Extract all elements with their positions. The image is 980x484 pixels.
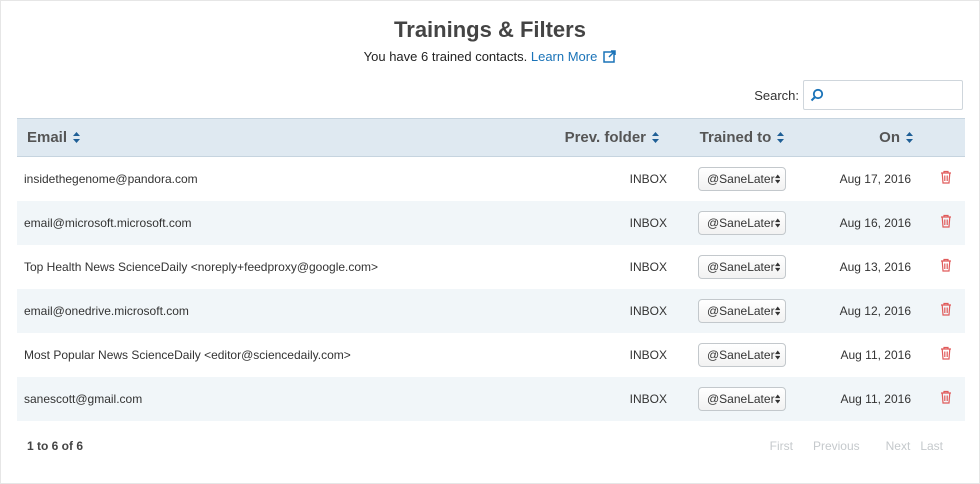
updown-arrows-icon [774,305,780,316]
column-header-trained-to[interactable]: Trained to [667,119,817,157]
cell-prev-folder: INBOX [629,259,667,274]
column-header-on[interactable]: On [817,119,927,157]
cell-email: Most Popular News ScienceDaily <editor@s… [24,347,351,362]
table-row: Most Popular News ScienceDaily <editor@s… [17,333,965,377]
cell-on-date: Aug 13, 2016 [839,259,911,274]
search-label: Search: [754,87,799,103]
sort-arrows-icon [652,130,659,147]
cell-prev-folder: INBOX [629,347,667,362]
cell-on-date: Aug 11, 2016 [840,347,911,362]
cell-email: email@microsoft.microsoft.com [24,215,192,230]
search-input[interactable] [804,81,962,109]
trash-icon[interactable] [940,214,952,231]
cell-email: Top Health News ScienceDaily <noreply+fe… [24,259,379,274]
column-header-prev-folder[interactable]: Prev. folder [537,119,667,157]
pager-previous-button[interactable]: Previous [813,439,860,453]
updown-arrows-icon [774,261,780,272]
sort-arrows-icon [73,130,81,147]
search-area: Search: [754,80,963,110]
learn-more-link[interactable]: Learn More [531,49,617,66]
pager-first-button[interactable]: First [770,439,793,453]
search-box[interactable] [803,80,963,110]
table-row: Top Health News ScienceDaily <noreply+fe… [17,245,965,289]
column-header-actions [927,119,965,157]
page-title: Trainings & Filters [394,17,586,42]
trash-icon[interactable] [940,302,952,319]
cell-prev-folder: INBOX [629,391,667,406]
external-link-icon [603,50,617,66]
cell-prev-folder: INBOX [629,215,667,230]
cell-on-date: Aug 17, 2016 [839,171,911,186]
table-row: email@microsoft.microsoft.com INBOX @San… [17,200,965,245]
trash-icon[interactable] [940,258,952,275]
updown-arrows-icon [774,349,780,360]
cell-email: email@onedrive.microsoft.com [24,303,189,318]
updown-arrows-icon [774,174,780,184]
trained-to-select[interactable]: @SaneLater [698,298,786,323]
cell-on-date: Aug 16, 2016 [839,215,911,230]
cell-email: sanescott@gmail.com [24,391,143,406]
cell-on-date: Aug 12, 2016 [839,303,911,318]
trained-contacts-summary: You have 6 trained contacts. Learn More [1,49,979,66]
pagination: First Previous Next Last [770,439,943,453]
search-icon [810,88,824,105]
table-header-row: Email Prev. folder Trained to On [17,118,965,157]
cell-prev-folder: INBOX [629,171,667,186]
trained-count-text: You have 6 trained contacts. [363,49,528,64]
column-header-email[interactable]: Email [17,119,537,157]
trained-to-select[interactable]: @SaneLater [698,210,786,235]
table-row: sanescott@gmail.com INBOX @SaneLater Aug… [17,376,965,421]
pager-next-button[interactable]: Next [886,439,911,453]
trained-to-select[interactable]: @SaneLater [698,386,786,411]
sort-arrows-icon [777,130,785,147]
trained-to-select[interactable]: @SaneLater [698,342,786,367]
trained-to-select[interactable]: @SaneLater [698,254,786,279]
pager-last-button[interactable]: Last [920,439,943,453]
cell-email: insidethegenome@pandora.com [24,171,198,186]
updown-arrows-icon [774,393,780,404]
pagination-count: 1 to 6 of 6 [27,439,84,453]
trash-icon[interactable] [940,390,952,407]
trained-to-select[interactable]: @SaneLater [698,166,786,191]
table-row: email@onedrive.microsoft.com INBOX @Sane… [17,288,965,333]
sort-arrows-icon [906,130,913,147]
cell-prev-folder: INBOX [629,303,667,318]
trash-icon[interactable] [940,346,952,363]
table-row: insidethegenome@pandora.com INBOX @SaneL… [17,157,965,201]
trash-icon[interactable] [940,170,952,187]
updown-arrows-icon [774,217,780,228]
trainings-table: Email Prev. folder Trained to On insidet… [17,118,965,421]
cell-on-date: Aug 11, 2016 [840,391,911,406]
